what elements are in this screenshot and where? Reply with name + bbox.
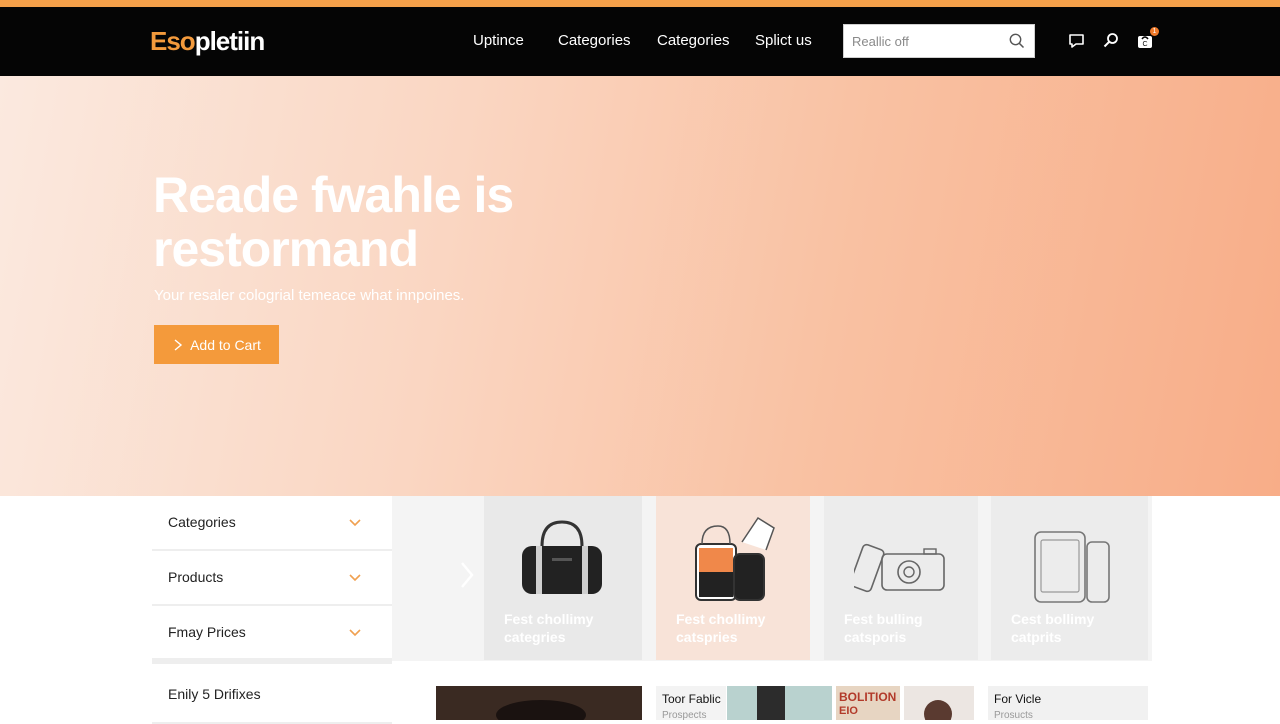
- hero-banner: Reade fwahle is restormand Your resaler …: [0, 76, 1280, 496]
- add-to-cart-button[interactable]: Add to Cart: [154, 325, 279, 364]
- category-sidebar: Categories Products Fmay Prices Enily 5 …: [152, 496, 392, 724]
- carousel-next-icon[interactable]: [457, 560, 477, 590]
- accessories-icon: [695, 516, 775, 601]
- top-accent-strip: [0, 0, 1280, 7]
- product-thumb-2[interactable]: Toor Fablic Prospects: [656, 686, 726, 720]
- handbag-icon: [522, 520, 602, 594]
- magnifier-icon[interactable]: [1101, 31, 1121, 51]
- hero-title-line1: Reade fwahle is: [153, 167, 514, 223]
- hero-title: Reade fwahle is restormand: [153, 168, 613, 276]
- add-to-cart-label: Add to Cart: [190, 336, 261, 353]
- sidebar-item-label: Fmay Prices: [168, 624, 246, 640]
- thumb-subtitle: EIO: [839, 705, 858, 717]
- sidebar-item-deals[interactable]: Enily 5 Drifixes: [152, 664, 392, 724]
- category-caption: Fest bulling catsporis: [844, 611, 923, 645]
- sidebar-item-products[interactable]: Products: [152, 551, 392, 606]
- search-icon[interactable]: [1008, 32, 1026, 50]
- thumb-title: BOLITION: [839, 690, 897, 704]
- chevron-down-icon: [349, 574, 361, 582]
- nav-link-categories-2[interactable]: Categories: [657, 32, 730, 49]
- product-thumb-6[interactable]: For Vicle Prosucts: [988, 686, 1148, 720]
- svg-text:C: C: [1142, 41, 1147, 48]
- camera-icon: [854, 543, 945, 593]
- sidebar-item-label: Categories: [168, 514, 236, 530]
- thumb-subtitle: Prospects: [662, 710, 707, 720]
- category-caption: Fest chollimy catspries: [676, 611, 766, 645]
- chevron-down-icon: [349, 629, 361, 637]
- category-caption: Fest chollimy categries: [504, 611, 594, 645]
- nav-link-categories[interactable]: Categories: [558, 32, 631, 49]
- sidebar-item-label: Products: [168, 569, 224, 585]
- search-input[interactable]: [852, 25, 1002, 57]
- hero-title-line2: restormand: [153, 221, 419, 277]
- cart-count-badge: 1: [1150, 27, 1159, 36]
- chat-icon[interactable]: [1067, 31, 1087, 51]
- hero-subtitle: Your resaler cologrial temeace what innp…: [154, 287, 465, 304]
- nav-link-uptince[interactable]: Uptince: [473, 32, 524, 49]
- devices-icon: [1034, 531, 1110, 603]
- navbar: Esopletiin Uptince Categories Categories…: [0, 7, 1280, 76]
- thumb-subtitle: Prosucts: [994, 710, 1033, 720]
- brand-logo[interactable]: Esopletiin: [150, 26, 266, 57]
- chevron-down-icon: [349, 519, 361, 527]
- thumb-title: For Vicle: [994, 692, 1042, 706]
- sidebar-item-categories[interactable]: Categories: [152, 496, 392, 551]
- search-box: [843, 24, 1035, 58]
- thumb-title: Toor Fablic: [662, 692, 721, 706]
- product-thumb-4[interactable]: BOLITION EIO: [836, 686, 900, 720]
- nav-link-contact[interactable]: Splict us: [755, 32, 812, 49]
- sidebar-item-label: Enily 5 Drifixes: [168, 686, 261, 702]
- category-card-accessories[interactable]: Fest chollimy catspries: [656, 496, 810, 660]
- category-card-bags[interactable]: Fest chollimy categries: [484, 496, 642, 660]
- product-thumb-5[interactable]: [904, 686, 974, 720]
- category-caption: Cest bollimy catprits: [1011, 611, 1095, 645]
- logo-rest-text: pletiin: [194, 26, 266, 56]
- arrow-right-icon: [174, 338, 183, 351]
- product-thumb-1[interactable]: [436, 686, 642, 720]
- category-card-cameras[interactable]: Fest bulling catsporis: [824, 496, 978, 660]
- logo-accent-text: Eso: [150, 26, 196, 56]
- category-card-devices[interactable]: Cest bollimy catprits: [991, 496, 1148, 660]
- product-thumb-3[interactable]: [727, 686, 832, 720]
- sidebar-item-prices[interactable]: Fmay Prices: [152, 606, 392, 664]
